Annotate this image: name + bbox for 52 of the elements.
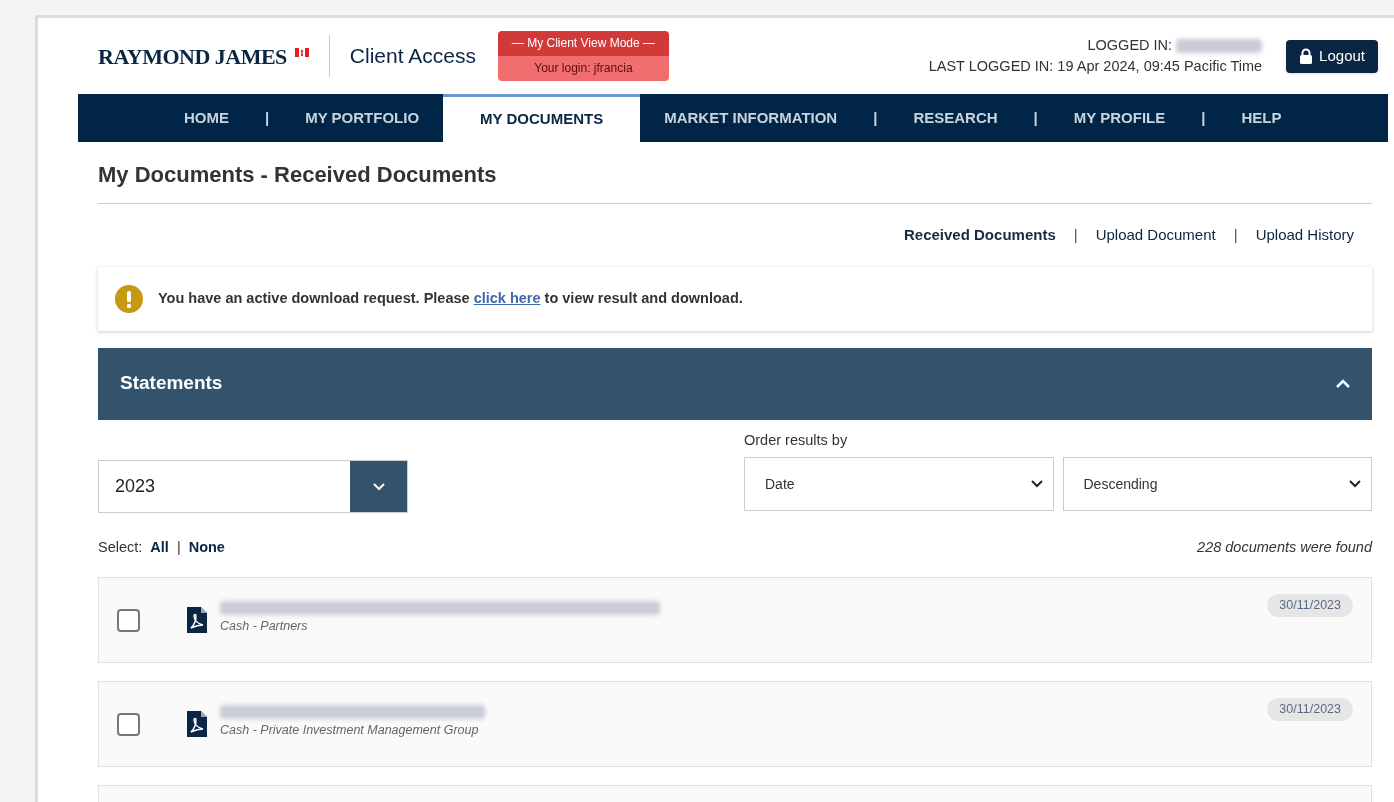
alert-message: You have an active download request. Please click here to view result and download. <box>158 288 743 308</box>
sub-nav-divider: | <box>1233 225 1238 245</box>
view-mode-title: — My Client View Mode — <box>497 31 669 56</box>
sub-nav-link[interactable]: Received Documents <box>904 224 1056 247</box>
last-logged-in: LAST LOGGED IN: 19 Apr 2024, 09:45 Pacific Time <box>928 57 1263 76</box>
logo[interactable]: RAYMOND JAMES <box>98 39 309 73</box>
warning-icon <box>114 283 144 314</box>
nav-divider: | <box>1032 107 1039 128</box>
chevron-down-icon <box>1030 480 1043 489</box>
year-select[interactable]: 2023 <box>98 460 408 514</box>
document-category: Cash - Partners <box>220 617 309 635</box>
lock-icon <box>1299 48 1314 64</box>
order-label: Order results by <box>744 430 849 450</box>
nav-tab[interactable]: RESEARCH <box>889 94 1022 142</box>
nav-tab[interactable]: HOME <box>160 94 253 142</box>
document-date: 30/11/2023 <box>1267 698 1353 721</box>
page-title: My Documents - Received Documents <box>98 142 1372 204</box>
nav-divider: | <box>264 107 271 128</box>
document-checkbox[interactable] <box>117 608 140 632</box>
document-date: 30/11/2023 <box>1267 594 1353 617</box>
select-all-link[interactable]: All <box>150 537 169 559</box>
nav-tab[interactable]: MARKET INFORMATION <box>640 94 862 142</box>
logout-button[interactable]: Logout <box>1286 39 1378 73</box>
section-header[interactable]: Statements <box>98 347 1372 420</box>
select-none-link[interactable]: None <box>188 537 225 559</box>
chevron-down-icon <box>372 482 385 491</box>
sub-nav-link[interactable]: Upload History <box>1255 224 1354 247</box>
select-divider: | <box>176 538 181 558</box>
sub-nav-divider: | <box>1073 225 1078 245</box>
document-category: Cash - Private Investment Management Group <box>220 721 480 739</box>
click-here-link[interactable]: click here <box>473 289 541 306</box>
document-checkbox[interactable] <box>117 712 140 736</box>
nav-tab[interactable]: HELP <box>1217 94 1306 142</box>
flag-icon <box>294 47 309 57</box>
section-title: Statements <box>120 371 223 396</box>
nav-tab[interactable]: MY PROFILE <box>1049 94 1190 142</box>
pdf-icon <box>187 607 207 633</box>
result-count: 228 documents were found <box>1197 538 1372 558</box>
logo-text: RAYMOND JAMES <box>98 42 287 71</box>
logged-in-label: LOGGED IN: <box>1087 36 1173 55</box>
nav-divider: | <box>872 107 879 128</box>
order-field-select[interactable]: Date <box>744 457 1054 512</box>
order-direction-select[interactable]: Descending <box>1062 457 1372 512</box>
view-login: Your login: jfrancia <box>497 56 669 81</box>
sub-nav-link[interactable]: Upload Document <box>1095 224 1216 247</box>
nav-tab[interactable]: MY PORTFOLIO <box>281 94 444 142</box>
app-name: Client Access <box>349 43 476 70</box>
select-label: Select: <box>98 538 143 558</box>
nav-tab[interactable]: MY DOCUMENTS <box>443 94 641 142</box>
chevron-down-icon <box>1349 480 1361 489</box>
nav-divider: | <box>1200 107 1207 128</box>
pdf-icon <box>187 711 207 737</box>
